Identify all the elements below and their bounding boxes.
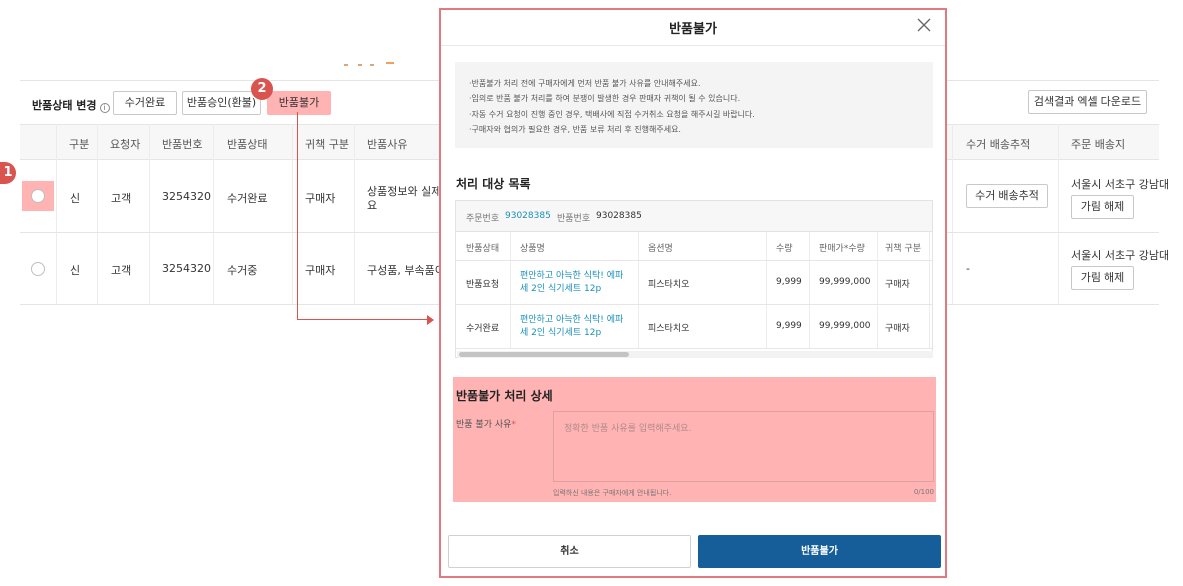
item-fault: 구매자: [885, 280, 910, 290]
th-price: 판매가*수량: [819, 244, 865, 254]
collect-track-button[interactable]: 수거 배송추적: [966, 184, 1048, 208]
notice-line: ·반품불가 처리 전에 구매자에게 먼저 반품 불가 사유를 안내해주세요.: [469, 79, 701, 88]
cell-fault: 구매자: [305, 264, 336, 277]
item-price: 99,999,000: [819, 277, 871, 287]
item-status: 수거완료: [466, 324, 500, 334]
required-mark: *: [511, 420, 516, 430]
reject-reason-input[interactable]: [553, 411, 934, 482]
item-product-link[interactable]: 편안하고 아늑한 식탁! 에파세 2인 식기세트 12p: [520, 314, 630, 340]
cell-requester: 고객: [111, 264, 132, 277]
horizontal-scrollbar[interactable]: [457, 351, 933, 358]
item-qty: 9,999: [776, 277, 802, 287]
approve-refund-button[interactable]: 반품승인(환불): [182, 91, 261, 115]
notice-line: ·임의로 반품 불가 처리를 하여 분쟁이 발생한 경우 판매자 귀책이 될 수…: [469, 94, 741, 104]
char-counter: 0/100: [913, 488, 934, 496]
cell-collect-track: -: [966, 262, 970, 275]
reason-hint: 입력하신 내용은 구매자에게 안내됩니다.: [553, 489, 672, 497]
item-product-link[interactable]: 편안하고 아늑한 식탁! 에파세 2인 식기세트 12p: [520, 270, 630, 296]
cell-requester: 고객: [111, 192, 132, 205]
row-select-radio[interactable]: [31, 262, 45, 276]
target-table-header: 반품상태 상품명 옵션명 수량 판매가*수량 귀책 구분: [456, 232, 932, 261]
cell-return-no: 3254320: [162, 262, 211, 275]
table-row: 반품요청 편안하고 아늑한 식탁! 에파세 2인 식기세트 12p 피스타치오 …: [456, 261, 932, 305]
item-qty: 9,999: [776, 321, 802, 331]
unmask-button[interactable]: 가림 해제: [1071, 266, 1134, 290]
modal-header: 반품불가: [441, 10, 945, 46]
th-option: 옵션명: [648, 244, 673, 254]
cell-return-no: 3254320: [162, 190, 211, 203]
header-status: 반품상태: [227, 138, 268, 151]
return-no-label: 반품번호: [557, 214, 591, 224]
modal-title: 반품불가: [669, 22, 717, 37]
unmask-button[interactable]: 가림 해제: [1071, 195, 1134, 219]
table-row: 수거완료 편안하고 아늑한 식탁! 에파세 2인 식기세트 12p 피스타치오 …: [456, 305, 932, 349]
connector-line: [297, 319, 427, 320]
th-fault: 귀책 구분: [885, 244, 921, 254]
collected-button[interactable]: 수거완료: [113, 91, 177, 115]
header-return-no: 반품번호: [162, 138, 203, 151]
row-select-radio[interactable]: [31, 189, 45, 203]
header-reason: 반품사유: [367, 138, 408, 151]
order-info: 주문번호 93028385 반품번호 93028385: [456, 201, 932, 232]
return-no-value: 93028385: [596, 211, 642, 221]
reject-return-button[interactable]: 반품불가: [267, 91, 331, 115]
order-no-link[interactable]: 93028385: [505, 211, 551, 221]
target-list: 주문번호 93028385 반품번호 93028385 반품상태 상품명 옵션명…: [455, 200, 933, 358]
item-fault: 구매자: [885, 324, 910, 334]
reject-return-modal: 반품불가 ·반품불가 처리 전에 구매자에게 먼저 반품 불가 사유를 안내해주…: [439, 8, 947, 578]
item-option: 피스타치오: [648, 324, 690, 334]
th-product: 상품명: [520, 244, 545, 254]
connector-arrow-icon: [427, 315, 434, 325]
cancel-button[interactable]: 취소: [448, 535, 691, 568]
th-qty: 수량: [776, 244, 793, 254]
status-change-label: 반품상태 변경 i: [32, 97, 110, 113]
notice-line: ·구매자와 협의가 필요한 경우, 반품 보류 처리 후 진행해주세요.: [469, 124, 681, 134]
target-table: 반품상태 상품명 옵션명 수량 판매가*수량 귀책 구분 반품요청 편안하고 아…: [456, 232, 932, 349]
excel-download-button[interactable]: 검색결과 엑셀 다운로드: [1028, 90, 1147, 114]
cell-type: 신: [70, 192, 81, 205]
cell-address: 서울시 서초구 강남대: [1071, 249, 1170, 262]
order-no-label: 주문번호: [466, 214, 500, 224]
scrollbar-thumb[interactable]: [459, 352, 629, 357]
header-ship-address: 주문 배송지: [1071, 138, 1126, 151]
item-price: 99,999,000: [819, 321, 871, 331]
item-status: 반품요청: [466, 280, 500, 290]
confirm-reject-button[interactable]: 반품불가: [698, 535, 941, 568]
step-badge-2: 2: [251, 78, 273, 100]
detail-title: 반품불가 처리 상세: [456, 389, 553, 403]
close-icon[interactable]: [915, 16, 933, 34]
th-status: 반품상태: [466, 244, 500, 254]
cell-status: 수거중: [227, 264, 258, 277]
header-fault: 귀책 구분: [305, 138, 349, 151]
header-type: 구분: [69, 138, 90, 151]
cell-reason-cont: 요: [367, 199, 378, 212]
background-fragment: [340, 56, 400, 70]
info-icon[interactable]: i: [99, 103, 110, 113]
cell-type: 신: [70, 264, 81, 277]
header-requester: 요청자: [110, 138, 141, 151]
target-list-title: 처리 대상 목록: [456, 177, 531, 191]
notice-line: ·자동 수거 요청이 진행 중인 경우, 택배사에 직접 수거취소 요청을 해주…: [469, 109, 755, 119]
cell-status: 수거완료: [227, 192, 268, 205]
reason-label: 반품 불가 사유*: [456, 420, 516, 430]
cell-fault: 구매자: [305, 192, 336, 205]
reject-detail-section: 반품불가 처리 상세 반품 불가 사유* 입력하신 내용은 구매자에게 안내됩니…: [453, 377, 936, 502]
step-badge-1: 1: [0, 162, 16, 184]
notice-box: ·반품불가 처리 전에 구매자에게 먼저 반품 불가 사유를 안내해주세요. ·…: [455, 62, 933, 148]
cell-address: 서울시 서초구 강남대: [1071, 178, 1170, 191]
item-option: 피스타치오: [648, 280, 690, 290]
header-collect-track: 수거 배송추적: [966, 138, 1031, 151]
connector-line: [297, 112, 298, 319]
